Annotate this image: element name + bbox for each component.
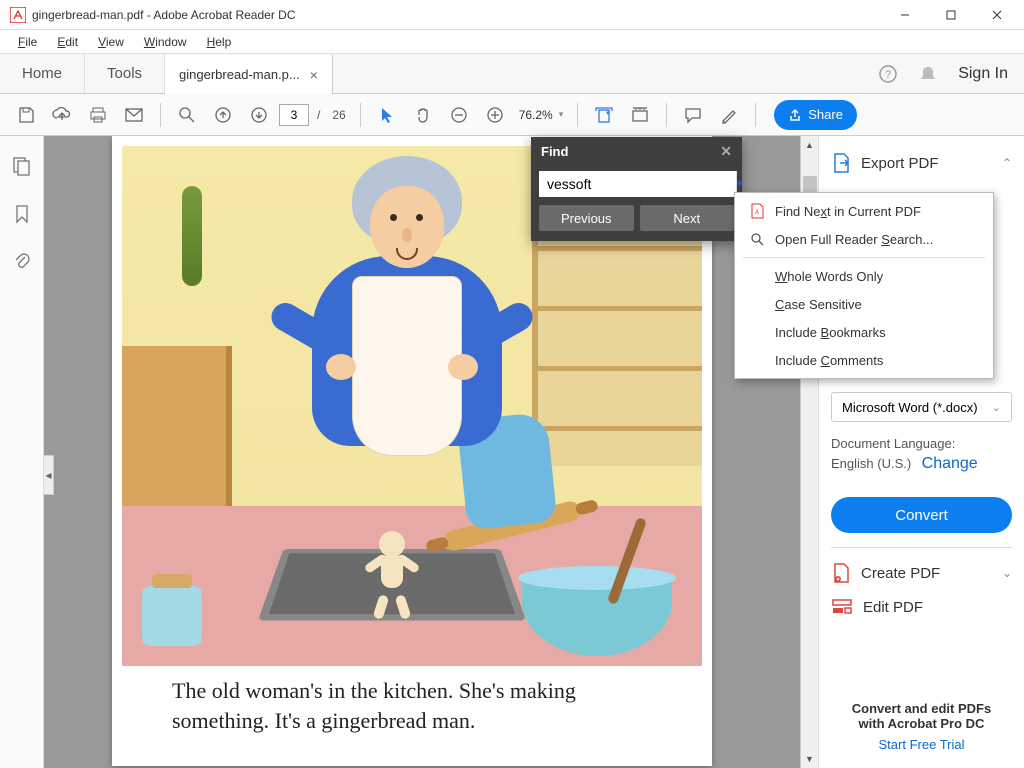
- find-input[interactable]: [539, 171, 736, 197]
- svg-text:▾: ▾: [606, 110, 610, 117]
- find-panel: Find ✕ ▾ Previous Next: [531, 137, 742, 241]
- create-pdf-label: Create PDF: [861, 565, 992, 582]
- sign-in-link[interactable]: Sign In: [958, 65, 1008, 83]
- toolbar: / 26 76.2% ▾ Share: [0, 94, 1024, 136]
- window-title: gingerbread-man.pdf - Adobe Acrobat Read…: [32, 8, 882, 22]
- menubar: File Edit View Window Help: [0, 30, 1024, 54]
- sidebar-collapse-handle[interactable]: ◀: [44, 455, 54, 495]
- search-icon: [749, 232, 765, 246]
- doc-language-label: Document Language:: [831, 436, 1012, 451]
- zoom-level[interactable]: 76.2%: [515, 108, 568, 122]
- email-icon[interactable]: [118, 99, 150, 131]
- prev-page-icon[interactable]: [207, 99, 239, 131]
- thumbnails-icon[interactable]: [12, 156, 32, 176]
- pdf-file-icon: A: [749, 203, 765, 219]
- notifications-icon[interactable]: [918, 64, 938, 84]
- svg-text:?: ?: [885, 69, 891, 81]
- edit-pdf-label: Edit PDF: [863, 599, 1012, 616]
- doc-language-value: English (U.S.): [831, 456, 911, 471]
- share-button[interactable]: Share: [774, 100, 857, 130]
- menu-view[interactable]: View: [88, 33, 134, 51]
- page-total: 26: [332, 108, 345, 122]
- ctx-find-next[interactable]: A Find Next in Current PDF: [735, 197, 993, 225]
- pointer-tool-icon[interactable]: [371, 99, 403, 131]
- ctx-case-sensitive[interactable]: Case Sensitive: [735, 290, 993, 318]
- left-sidebar: [0, 136, 44, 768]
- titlebar: gingerbread-man.pdf - Adobe Acrobat Read…: [0, 0, 1024, 30]
- menu-file[interactable]: File: [8, 33, 47, 51]
- export-pdf-row[interactable]: Export PDF ⌃: [831, 152, 1012, 174]
- next-page-icon[interactable]: [243, 99, 275, 131]
- save-icon[interactable]: [10, 99, 42, 131]
- ctx-include-bookmarks[interactable]: Include Bookmarks: [735, 318, 993, 346]
- menu-edit[interactable]: Edit: [47, 33, 88, 51]
- find-title: Find: [541, 144, 568, 159]
- menu-help[interactable]: Help: [197, 33, 242, 51]
- print-icon[interactable]: [82, 99, 114, 131]
- export-pdf-icon: [831, 152, 851, 174]
- edit-pdf-row[interactable]: Edit PDF: [831, 598, 1012, 616]
- footer-line1: Convert and edit PDFs: [831, 701, 1012, 716]
- chevron-down-icon: ⌄: [992, 401, 1001, 414]
- scroll-down-icon[interactable]: ▼: [801, 750, 818, 768]
- ctx-include-comments[interactable]: Include Comments: [735, 346, 993, 374]
- highlight-icon[interactable]: [713, 99, 745, 131]
- chevron-down-icon: ⌄: [1002, 566, 1012, 580]
- minimize-button[interactable]: [882, 0, 928, 30]
- app-icon: [10, 7, 26, 23]
- cloud-upload-icon[interactable]: [46, 99, 78, 131]
- page-view-icon[interactable]: [624, 99, 656, 131]
- zoom-in-icon[interactable]: [479, 99, 511, 131]
- help-icon[interactable]: ?: [878, 64, 898, 84]
- tab-close-icon[interactable]: ×: [310, 67, 318, 83]
- find-close-icon[interactable]: ✕: [720, 143, 732, 160]
- page-text: The old woman's in the kitchen. She's ma…: [112, 676, 712, 735]
- tab-home[interactable]: Home: [0, 54, 85, 93]
- chevron-up-icon: ⌃: [1002, 156, 1012, 170]
- tab-document-label: gingerbread-man.p...: [179, 67, 300, 82]
- hand-tool-icon[interactable]: [407, 99, 439, 131]
- find-options-menu: A Find Next in Current PDF Open Full Rea…: [734, 192, 994, 379]
- comment-icon[interactable]: [677, 99, 709, 131]
- svg-text:A: A: [755, 210, 759, 216]
- share-label: Share: [808, 107, 843, 122]
- find-previous-button[interactable]: Previous: [539, 205, 634, 231]
- create-pdf-icon: [831, 562, 851, 584]
- fit-width-icon[interactable]: ▾: [588, 99, 620, 131]
- tab-document[interactable]: gingerbread-man.p... ×: [165, 55, 333, 94]
- footer-line2: with Acrobat Pro DC: [831, 716, 1012, 731]
- create-pdf-row[interactable]: Create PDF ⌄: [831, 562, 1012, 584]
- find-next-button[interactable]: Next: [640, 205, 735, 231]
- tabbar: Home Tools gingerbread-man.p... × ? Sign…: [0, 54, 1024, 94]
- maximize-button[interactable]: [928, 0, 974, 30]
- zoom-out-icon[interactable]: [443, 99, 475, 131]
- page-number-input[interactable]: [279, 104, 309, 126]
- convert-button[interactable]: Convert: [831, 497, 1012, 533]
- export-pdf-label: Export PDF: [861, 155, 992, 172]
- search-icon[interactable]: [171, 99, 203, 131]
- menu-window[interactable]: Window: [134, 33, 197, 51]
- tab-tools[interactable]: Tools: [85, 54, 165, 93]
- scroll-up-icon[interactable]: ▲: [801, 136, 818, 154]
- attachment-icon[interactable]: [13, 252, 31, 272]
- bookmark-icon[interactable]: [13, 204, 31, 224]
- format-value: Microsoft Word (*.docx): [842, 400, 978, 415]
- ctx-full-search[interactable]: Open Full Reader Search...: [735, 225, 993, 253]
- start-trial-link[interactable]: Start Free Trial: [831, 737, 1012, 752]
- close-button[interactable]: [974, 0, 1020, 30]
- format-select[interactable]: Microsoft Word (*.docx) ⌄: [831, 392, 1012, 422]
- change-language-link[interactable]: Change: [922, 455, 978, 472]
- page-separator: /: [317, 108, 320, 122]
- ctx-whole-words[interactable]: Whole Words Only: [735, 262, 993, 290]
- edit-pdf-icon: [831, 598, 853, 616]
